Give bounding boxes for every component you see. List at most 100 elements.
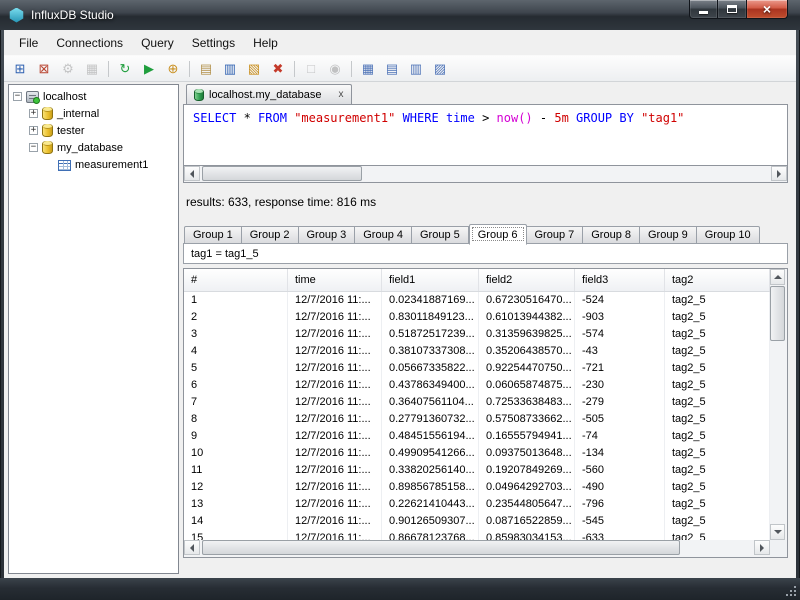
cell: 12/7/2016 11:... [288,445,382,462]
table-row[interactable]: 12 12/7/2016 11:... 0.89856785158... 0.0496… [184,479,770,496]
group-tab-8[interactable]: Group 8 [583,226,640,244]
run-query-icon[interactable]: ▶ [138,58,160,80]
close-tab-icon[interactable]: x [339,89,344,100]
table-row[interactable]: 14 12/7/2016 11:... 0.90126509307... 0.0871… [184,513,770,530]
cell: 6 [184,377,288,394]
refresh-icon[interactable]: ↻ [114,58,136,80]
column-header-time[interactable]: time [288,269,382,291]
table-row[interactable]: 1 12/7/2016 11:... 0.02341887169... 0.67230… [184,292,770,309]
column-header-num[interactable]: # [184,269,288,291]
table-row[interactable]: 4 12/7/2016 11:... 0.38107337308... 0.35206… [184,343,770,360]
scroll-right-button[interactable] [754,540,770,555]
editor-horizontal-scrollbar[interactable] [183,166,788,183]
group-tab-7[interactable]: Group 7 [526,226,584,244]
new-query-icon[interactable]: ⊕ [162,58,184,80]
column-header-tag2[interactable]: tag2 [665,269,770,291]
menu-settings[interactable]: Settings [183,32,244,54]
group-tab-9[interactable]: Group 9 [640,226,697,244]
cell: 0.48451556194... [382,428,479,445]
cell: tag2_5 [665,411,770,428]
tree-item-localhost[interactable]: − localhost [9,88,178,105]
paste-queries-icon[interactable]: ▥ [219,58,241,80]
scroll-thumb[interactable] [202,540,680,555]
grid-body[interactable]: 1 12/7/2016 11:... 0.02341887169... 0.67230… [184,292,770,540]
app-window: InfluxDB Studio × File Connections Query Se… [0,0,800,600]
table-view-icon[interactable]: ▦ [357,58,379,80]
table-row[interactable]: 7 12/7/2016 11:... 0.36407561104... 0.72533… [184,394,770,411]
table-row[interactable]: 10 12/7/2016 11:... 0.49909541266... 0.0937… [184,445,770,462]
table-row[interactable]: 6 12/7/2016 11:... 0.43786349400... 0.06065… [184,377,770,394]
results-grid[interactable]: # time field1 field2 field3 tag2 1 12/7/2016 1… [183,268,788,558]
cell: -574 [575,326,665,343]
resize-grip-icon[interactable] [784,584,796,596]
scroll-thumb[interactable] [770,286,785,341]
open-connection-icon[interactable]: ⊞ [9,58,31,80]
close-button[interactable]: × [746,0,788,19]
editor-tab-localhost-my-database[interactable]: localhost.my_database x [186,84,352,104]
log-view-icon[interactable]: ▥ [405,58,427,80]
scroll-thumb[interactable] [202,166,362,181]
tree-expander-icon[interactable]: + [29,126,38,135]
tree-expander-icon[interactable]: − [13,92,22,101]
group-tab-2[interactable]: Group 2 [241,226,299,244]
arrow-left-icon [186,169,194,178]
cell: -721 [575,360,665,377]
query-token-plain: - [532,111,555,125]
cell: -279 [575,394,665,411]
paste-icon[interactable]: ▤ [195,58,217,80]
table-row[interactable]: 13 12/7/2016 11:... 0.22621410443... 0.2354… [184,496,770,513]
cell: tag2_5 [665,513,770,530]
menu-help[interactable]: Help [244,32,287,54]
menu-file[interactable]: File [10,32,47,54]
title-bar[interactable]: InfluxDB Studio × [0,0,800,30]
table-row[interactable]: 3 12/7/2016 11:... 0.51872517239... 0.31359… [184,326,770,343]
group-tab-5[interactable]: Group 5 [412,226,469,244]
scroll-up-button[interactable] [770,269,785,285]
group-tab-3[interactable]: Group 3 [298,226,356,244]
group-tab-1[interactable]: Group 1 [184,226,242,244]
tree-item-measurement1[interactable]: measurement1 [9,156,178,173]
group-tag-label: tag1 = tag1_5 [183,243,788,264]
table-row[interactable]: 11 12/7/2016 11:... 0.33820256140... 0.1920… [184,462,770,479]
cell: tag2_5 [665,530,770,540]
scroll-down-button[interactable] [770,524,785,540]
tree-expander-icon[interactable]: − [29,143,38,152]
stats-view-icon[interactable]: ▨ [429,58,451,80]
table-row[interactable]: 8 12/7/2016 11:... 0.27791360732... 0.57508… [184,411,770,428]
group-tab-10[interactable]: Group 10 [696,226,760,244]
group-tab-4[interactable]: Group 4 [355,226,412,244]
maximize-icon [727,5,737,13]
query-token-plain [634,111,641,125]
query-editor[interactable]: SELECT * FROM "measurement1" WHERE time … [183,104,788,166]
scroll-left-button[interactable] [184,166,200,181]
clear-queries-icon[interactable]: ✖ [267,58,289,80]
minimize-button[interactable] [689,0,718,19]
scroll-right-button[interactable] [771,166,787,181]
scroll-left-button[interactable] [184,540,200,555]
tree-item-internal[interactable]: + _internal [9,105,178,122]
tree-expander-icon[interactable]: + [29,109,38,118]
menu-connections[interactable]: Connections [47,32,132,54]
table-row[interactable]: 9 12/7/2016 11:... 0.48451556194... 0.16555… [184,428,770,445]
column-header-field2[interactable]: field2 [479,269,575,291]
grid-vertical-scrollbar[interactable] [770,269,787,540]
copy-queries-icon[interactable]: ▧ [243,58,265,80]
table-row[interactable]: 2 12/7/2016 11:... 0.83011849123... 0.61013… [184,309,770,326]
table-row[interactable]: 15 12/7/2016 11:... 0.86678123768... 0.8598… [184,530,770,540]
maximize-button[interactable] [718,0,746,19]
text-results-icon[interactable]: ▤ [381,58,403,80]
cell: tag2_5 [665,496,770,513]
query-token-plain [439,111,446,125]
toolbar-separator [189,60,190,77]
tree-item-my_database[interactable]: − my_database [9,139,178,156]
column-header-field3[interactable]: field3 [575,269,665,291]
group-tab-6[interactable]: Group 6 [468,224,527,245]
grid-horizontal-scrollbar[interactable] [184,540,770,557]
connection-tree[interactable]: − localhost + _internal + tester − my_database m… [8,84,179,574]
cell: tag2_5 [665,292,770,309]
column-header-field1[interactable]: field1 [382,269,479,291]
menu-query[interactable]: Query [132,32,183,54]
table-row[interactable]: 5 12/7/2016 11:... 0.05667335822... 0.92254… [184,360,770,377]
tree-item-tester[interactable]: + tester [9,122,178,139]
close-connection-icon[interactable]: ⊠ [33,58,55,80]
